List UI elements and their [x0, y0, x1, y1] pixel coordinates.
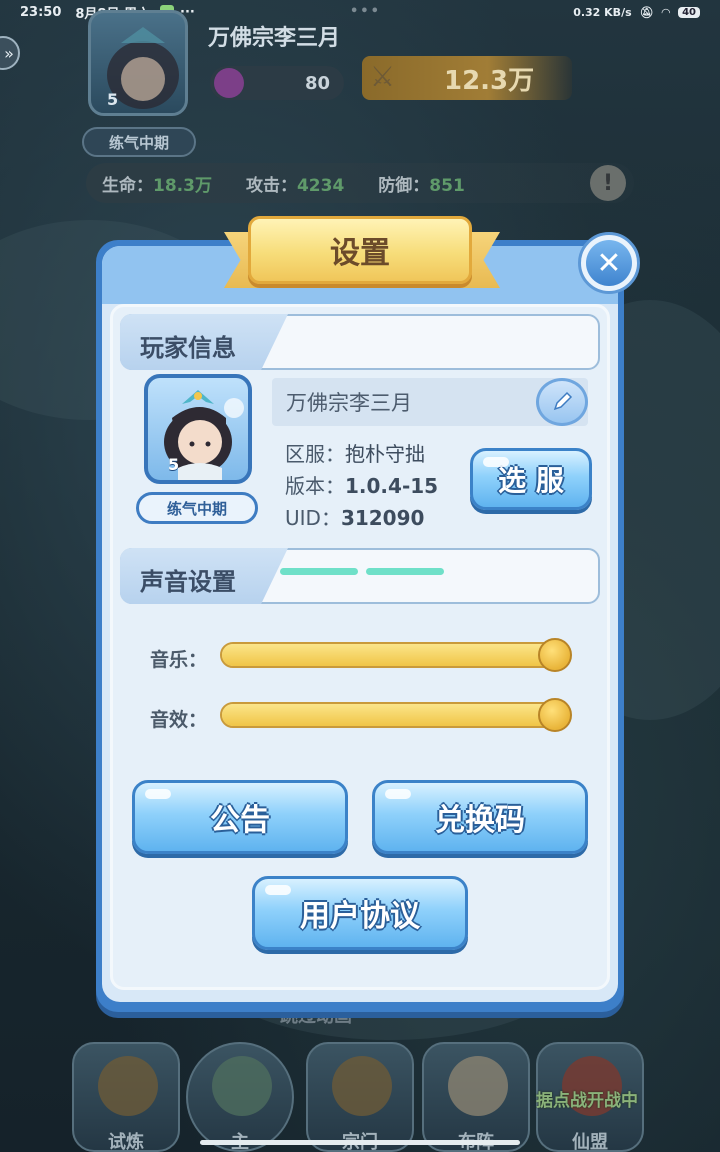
- def-label: 防御：: [378, 175, 430, 196]
- net-speed: 0.32 KB/s: [573, 5, 632, 19]
- character-portrait-icon: [107, 27, 179, 109]
- nav-trial[interactable]: 试炼: [72, 1042, 180, 1152]
- def-stat: 防御：851: [378, 171, 465, 196]
- sound-settings-header: 声音设置: [120, 548, 600, 604]
- nav-main[interactable]: 主: [186, 1042, 294, 1152]
- player-info-header: 玩家信息: [120, 314, 600, 370]
- crossed-swords-icon: ⚔: [370, 60, 396, 93]
- combat-power: ⚔ 12.3万: [362, 56, 572, 100]
- mute-icon: 🔕︎: [639, 5, 654, 19]
- stats-info-icon[interactable]: !: [590, 165, 626, 201]
- bottom-nav: 试炼 主 宗门 布阵 仙盟 据点战开战中: [66, 1032, 656, 1152]
- status-time: 23:50: [20, 4, 62, 20]
- decor-line: [366, 568, 444, 575]
- character-portrait-icon: [164, 390, 244, 480]
- nav-formation[interactable]: 布阵: [422, 1042, 530, 1152]
- server-info: 区服：抱朴守拙: [285, 438, 425, 467]
- music-slider-track[interactable]: [220, 642, 570, 668]
- sect-icon: [332, 1056, 392, 1116]
- main-icon: [212, 1056, 272, 1116]
- formation-icon: [448, 1056, 508, 1116]
- energy-counter[interactable]: 80: [210, 66, 344, 100]
- window-handle-icon: •••: [350, 4, 381, 19]
- player-name: 万佛宗李三月: [286, 391, 412, 415]
- top-player-name: 万佛宗李三月: [208, 26, 341, 51]
- sfx-slider-fill: [222, 704, 568, 726]
- version-info: 版本：1.0.4-15: [285, 470, 438, 499]
- def-value: 851: [429, 175, 465, 196]
- power-value: 12.3万: [444, 65, 535, 96]
- redeem-code-button[interactable]: 兑换码: [372, 780, 588, 854]
- server-value: 抱朴守拙: [345, 442, 425, 466]
- top-rank-badge: 练气中期: [82, 127, 196, 157]
- player-level: 5: [168, 455, 180, 474]
- music-slider-row: 音乐：: [150, 638, 590, 678]
- dialog-title: 设置: [248, 216, 472, 284]
- wifi-icon: ◠: [661, 5, 671, 19]
- nav-alliance-label: 仙盟: [572, 1132, 608, 1152]
- sound-settings-title: 声音设置: [140, 568, 236, 596]
- top-avatar[interactable]: 5: [88, 10, 188, 116]
- close-icon: ✕: [586, 240, 632, 286]
- server-label: 区服：: [285, 442, 345, 466]
- user-agreement-button[interactable]: 用户协议: [252, 876, 468, 950]
- pencil-icon: [553, 391, 573, 411]
- player-avatar[interactable]: 5: [144, 374, 252, 484]
- uid-info: UID：312090: [285, 502, 424, 531]
- edit-name-button[interactable]: [536, 378, 588, 426]
- music-label: 音乐：: [150, 649, 208, 671]
- decor-line: [280, 568, 358, 575]
- sfx-label: 音效：: [150, 709, 208, 731]
- atk-stat: 攻击：4234: [246, 171, 344, 196]
- notice-button[interactable]: 公告: [132, 780, 348, 854]
- stats-bar: 生命：18.3万 攻击：4234 防御：851 !: [86, 163, 634, 203]
- hp-stat: 生命：18.3万: [102, 171, 212, 196]
- trial-icon: [98, 1056, 158, 1116]
- top-level: 5: [107, 90, 119, 109]
- nav-trial-label: 试炼: [108, 1132, 144, 1152]
- player-rank-badge: 练气中期: [136, 492, 258, 524]
- hp-value: 18.3万: [153, 175, 212, 196]
- select-server-button[interactable]: 选 服: [470, 448, 592, 510]
- atk-label: 攻击：: [245, 175, 297, 196]
- uid-value: 312090: [340, 506, 425, 530]
- sfx-slider-knob[interactable]: [538, 698, 572, 732]
- music-slider-knob[interactable]: [538, 638, 572, 672]
- home-indicator[interactable]: [200, 1140, 520, 1145]
- sfx-slider-track[interactable]: [220, 702, 570, 728]
- version-value: 1.0.4-15: [345, 474, 439, 498]
- music-slider-fill: [222, 644, 568, 666]
- atk-value: 4234: [296, 175, 345, 196]
- energy-value: 80: [304, 72, 330, 94]
- battery-icon: 40: [678, 6, 700, 18]
- player-info-title: 玩家信息: [140, 334, 236, 362]
- sfx-slider-row: 音效：: [150, 698, 590, 738]
- energy-add-icon: [214, 68, 244, 98]
- hp-label: 生命：: [102, 175, 153, 196]
- version-label: 版本：: [285, 474, 345, 498]
- siege-badge: 据点战开战中: [536, 1091, 638, 1111]
- nav-sect[interactable]: 宗门: [306, 1042, 414, 1152]
- close-button[interactable]: ✕: [578, 232, 640, 294]
- uid-label: UID：: [285, 506, 341, 530]
